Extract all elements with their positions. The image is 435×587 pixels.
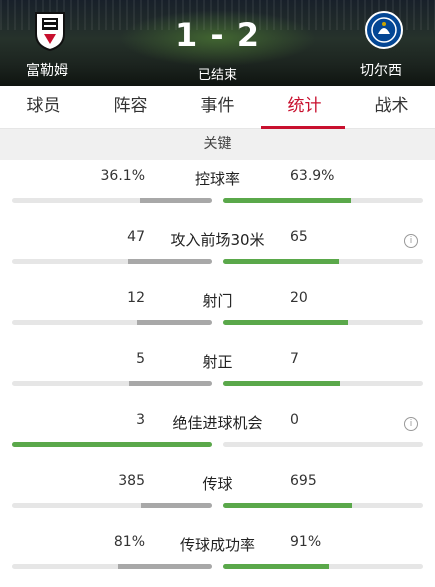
away-stat-value: 65 xyxy=(290,229,308,245)
tab-players[interactable]: 球员 xyxy=(0,86,87,128)
away-stat-bar xyxy=(223,259,423,264)
stats-list: 36.1% 控球率 63.9% 47 攻入前场30米 65 i 12 射门 20… xyxy=(0,160,435,587)
away-stat-bar-fill xyxy=(223,320,348,325)
chelsea-crest-icon[interactable] xyxy=(364,10,404,52)
stat-label: 绝佳进球机会 xyxy=(172,414,263,432)
tab-stats[interactable]: 统计 xyxy=(261,86,348,128)
away-team-name[interactable]: 切尔西 xyxy=(360,60,402,80)
home-stat-bar-fill xyxy=(137,320,212,325)
away-stat-bar xyxy=(223,564,423,569)
away-stat-bar xyxy=(223,503,423,508)
match-tabs: 球员 阵容 事件 统计 战术 xyxy=(0,86,435,129)
stat-label: 攻入前场30米 xyxy=(170,231,265,249)
stat-row: 47 攻入前场30米 65 i xyxy=(0,221,435,282)
stat-row: 81% 传球成功率 91% xyxy=(0,526,435,587)
stat-label: 传球 xyxy=(202,475,233,493)
stat-label: 射门 xyxy=(202,292,233,310)
home-stat-bar xyxy=(12,442,212,447)
home-stat-bar xyxy=(12,320,212,325)
home-stat-bar xyxy=(12,503,212,508)
home-stat-bar-fill xyxy=(128,259,212,264)
stat-row: 5 射正 7 xyxy=(0,343,435,404)
home-stat-bar xyxy=(12,564,212,569)
home-stat-bar-fill xyxy=(128,381,212,386)
away-stat-value: 695 xyxy=(290,473,317,489)
away-stat-value: 63.9% xyxy=(290,168,335,184)
away-stat-bar-fill xyxy=(223,564,329,569)
away-stat-bar-fill xyxy=(223,198,351,203)
away-stat-value: 7 xyxy=(290,351,299,367)
tab-events[interactable]: 事件 xyxy=(174,86,261,128)
home-stat-bar xyxy=(12,259,212,264)
stat-row: 3 绝佳进球机会 0 i xyxy=(0,404,435,465)
stat-row: 385 传球 695 xyxy=(0,465,435,526)
section-header-key: 关键 xyxy=(0,129,435,160)
info-icon[interactable]: i xyxy=(404,234,418,248)
away-stat-value: 0 xyxy=(290,412,299,428)
stat-row: 12 射门 20 xyxy=(0,282,435,343)
away-stat-bar xyxy=(223,198,423,203)
away-stat-bar-fill xyxy=(223,381,340,386)
home-stat-bar-fill xyxy=(12,442,212,447)
home-stat-bar-fill xyxy=(118,564,212,569)
stat-label: 控球率 xyxy=(194,170,240,188)
match-header: 富勒姆 1 - 2 已结束 切尔西 xyxy=(0,0,435,86)
away-stat-bar xyxy=(223,320,423,325)
tab-tactics[interactable]: 战术 xyxy=(348,86,435,128)
away-stat-bar xyxy=(223,442,423,447)
tab-lineup[interactable]: 阵容 xyxy=(87,86,174,128)
away-stat-bar-fill xyxy=(223,259,339,264)
stat-row: 36.1% 控球率 63.9% xyxy=(0,160,435,221)
away-stat-bar xyxy=(223,381,423,386)
active-tab-indicator xyxy=(261,126,345,129)
info-icon[interactable]: i xyxy=(404,417,418,431)
stat-label: 传球成功率 xyxy=(179,536,255,554)
home-stat-bar xyxy=(12,381,212,386)
home-stat-bar xyxy=(12,198,212,203)
stat-label: 射正 xyxy=(202,353,233,371)
home-stat-bar-fill xyxy=(140,503,212,508)
home-stat-bar-fill xyxy=(139,198,212,203)
away-stat-value: 20 xyxy=(290,290,308,306)
away-stat-value: 91% xyxy=(290,534,322,550)
away-stat-bar-fill xyxy=(223,503,352,508)
